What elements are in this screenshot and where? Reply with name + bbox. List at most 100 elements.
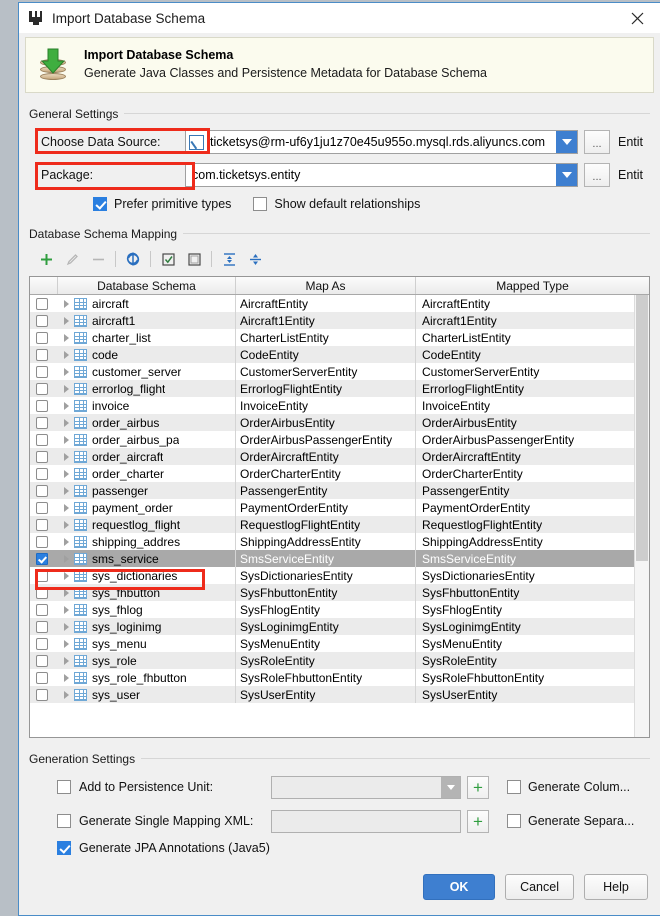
collapse-all-icon[interactable]	[242, 248, 268, 270]
row-checkbox[interactable]	[36, 518, 48, 531]
expand-triangle-icon[interactable]	[58, 435, 74, 444]
table-row[interactable]: requestlog_flight RequestlogFlightEntity R…	[30, 516, 649, 533]
row-checkbox[interactable]	[36, 569, 48, 582]
expand-triangle-icon[interactable]	[58, 486, 74, 495]
expand-triangle-icon[interactable]	[58, 401, 74, 410]
data-source-browse-button[interactable]: ...	[584, 130, 610, 154]
prefer-primitive-types-checkbox[interactable]	[93, 197, 107, 211]
scrollbar-thumb[interactable]	[636, 295, 648, 561]
expand-triangle-icon[interactable]	[58, 554, 74, 563]
row-checkbox[interactable]	[36, 501, 48, 514]
table-row[interactable]: order_airbus OrderAirbusEntity OrderAirbus…	[30, 414, 649, 431]
row-checkbox[interactable]	[36, 535, 48, 548]
row-checkbox[interactable]	[36, 637, 48, 650]
add-button[interactable]	[33, 248, 59, 270]
generate-separate-checkbox[interactable]	[507, 814, 521, 828]
expand-triangle-icon[interactable]	[58, 588, 74, 597]
chevron-down-icon[interactable]	[556, 131, 577, 153]
expand-triangle-icon[interactable]	[58, 639, 74, 648]
deselect-all-button[interactable]	[181, 248, 207, 270]
expand-triangle-icon[interactable]	[58, 452, 74, 461]
table-row[interactable]: sys_role SysRoleEntity SysRoleEntity	[30, 652, 649, 669]
expand-triangle-icon[interactable]	[58, 690, 74, 699]
expand-all-icon[interactable]	[216, 248, 242, 270]
table-row[interactable]: passenger PassengerEntity PassengerEntity	[30, 482, 649, 499]
generate-single-mapping-xml-checkbox[interactable]	[57, 814, 71, 828]
row-checkbox[interactable]	[36, 654, 48, 667]
table-row[interactable]: invoice InvoiceEntity InvoiceEntity	[30, 397, 649, 414]
expand-triangle-icon[interactable]	[58, 418, 74, 427]
ok-button[interactable]: OK	[423, 874, 496, 900]
table-row[interactable]: sys_user SysUserEntity SysUserEntity	[30, 686, 649, 703]
expand-triangle-icon[interactable]	[58, 469, 74, 478]
row-checkbox[interactable]	[36, 433, 48, 446]
table-vertical-scrollbar[interactable]	[634, 295, 649, 737]
row-checkbox[interactable]	[36, 382, 48, 395]
table-row[interactable]: sys_menu SysMenuEntity SysMenuEntity	[30, 635, 649, 652]
package-combo[interactable]: com.ticketsys.entity	[185, 163, 578, 187]
single-mapping-xml-input[interactable]	[271, 809, 461, 833]
table-row[interactable]: aircraft1 Aircraft1Entity Aircraft1Entity	[30, 312, 649, 329]
table-row[interactable]: order_airbus_pa OrderAirbusPassengerEntit…	[30, 431, 649, 448]
expand-triangle-icon[interactable]	[58, 656, 74, 665]
table-row[interactable]: errorlog_flight ErrorlogFlightEntity Error…	[30, 380, 649, 397]
table-row[interactable]: sys_dictionaries SysDictionariesEntity Sys…	[30, 567, 649, 584]
expand-triangle-icon[interactable]	[58, 316, 74, 325]
expand-triangle-icon[interactable]	[58, 333, 74, 342]
row-checkbox[interactable]	[36, 688, 48, 701]
table-row[interactable]: customer_server CustomerServerEntity Custo…	[30, 363, 649, 380]
row-checkbox[interactable]	[36, 552, 48, 565]
row-checkbox[interactable]	[36, 467, 48, 480]
expand-triangle-icon[interactable]	[58, 537, 74, 546]
table-row[interactable]: sms_service SmsServiceEntity SmsServiceEnt…	[30, 550, 649, 567]
row-checkbox[interactable]	[36, 416, 48, 429]
generate-column-checkbox[interactable]	[507, 780, 521, 794]
row-checkbox[interactable]	[36, 331, 48, 344]
table-row[interactable]: aircraft AircraftEntity AircraftEntity	[30, 295, 649, 312]
table-row[interactable]: order_aircraft OrderAircraftEntity OrderAi…	[30, 448, 649, 465]
add-persistence-unit-button[interactable]: +	[467, 775, 489, 799]
row-checkbox[interactable]	[36, 450, 48, 463]
table-row[interactable]: sys_role_fhbutton SysRoleFhbuttonEntity Sy…	[30, 669, 649, 686]
refresh-icon[interactable]	[120, 248, 146, 270]
row-checkbox[interactable]	[36, 586, 48, 599]
remove-button[interactable]	[85, 248, 111, 270]
row-checkbox[interactable]	[36, 297, 48, 310]
expand-triangle-icon[interactable]	[58, 503, 74, 512]
table-row[interactable]: sys_fhbutton SysFhbuttonEntity SysFhbutton…	[30, 584, 649, 601]
add-mapping-xml-button[interactable]: +	[467, 809, 489, 833]
expand-triangle-icon[interactable]	[58, 571, 74, 580]
row-checkbox[interactable]	[36, 399, 48, 412]
add-to-persistence-unit-checkbox[interactable]	[57, 780, 71, 794]
table-row[interactable]: shipping_addres ShippingAddressEntity Ship…	[30, 533, 649, 550]
generate-jpa-annotations-checkbox[interactable]	[57, 841, 71, 855]
expand-triangle-icon[interactable]	[58, 673, 74, 682]
edit-button[interactable]	[59, 248, 85, 270]
table-row[interactable]: charter_list CharterListEntity CharterList…	[30, 329, 649, 346]
expand-triangle-icon[interactable]	[58, 367, 74, 376]
table-row[interactable]: order_charter OrderCharterEntity OrderChar…	[30, 465, 649, 482]
expand-triangle-icon[interactable]	[58, 605, 74, 614]
expand-triangle-icon[interactable]	[58, 622, 74, 631]
data-source-combo[interactable]: ticketsys@rm-uf6y1ju1z70e45u955o.mysql.r…	[185, 130, 578, 154]
table-row[interactable]: payment_order PaymentOrderEntity PaymentOr…	[30, 499, 649, 516]
chevron-down-icon[interactable]	[556, 164, 577, 186]
table-row[interactable]: code CodeEntity CodeEntity	[30, 346, 649, 363]
table-body[interactable]: aircraft AircraftEntity AircraftEntity airc…	[30, 295, 649, 737]
expand-triangle-icon[interactable]	[58, 384, 74, 393]
cancel-button[interactable]: Cancel	[505, 874, 574, 900]
expand-triangle-icon[interactable]	[58, 350, 74, 359]
row-checkbox[interactable]	[36, 365, 48, 378]
chevron-down-icon[interactable]	[441, 776, 460, 798]
package-browse-button[interactable]: ...	[584, 163, 610, 187]
row-checkbox[interactable]	[36, 314, 48, 327]
close-icon[interactable]	[614, 3, 660, 33]
table-row[interactable]: sys_loginimg SysLoginimgEntity SysLoginimg…	[30, 618, 649, 635]
table-row[interactable]: sys_fhlog SysFhlogEntity SysFhlogEntity	[30, 601, 649, 618]
expand-triangle-icon[interactable]	[58, 299, 74, 308]
row-checkbox[interactable]	[36, 620, 48, 633]
expand-triangle-icon[interactable]	[58, 520, 74, 529]
persistence-unit-combo[interactable]	[271, 775, 461, 799]
row-checkbox[interactable]	[36, 603, 48, 616]
help-button[interactable]: Help	[584, 874, 648, 900]
